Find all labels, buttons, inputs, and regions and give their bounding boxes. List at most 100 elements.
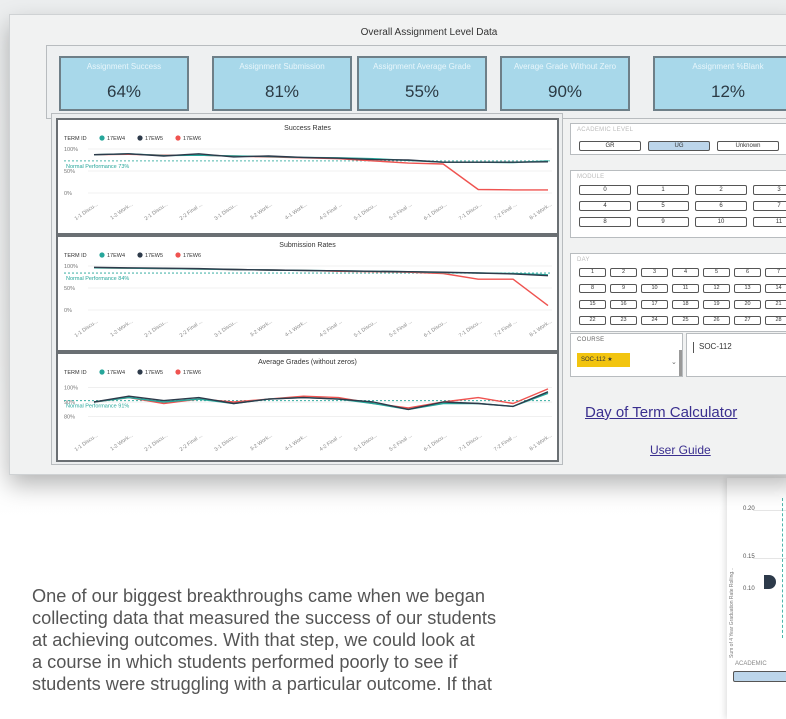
x-tick-label: 3-2 Work... [249,202,274,222]
academic-level-ug-button[interactable]: UG [648,141,710,151]
module-9-button[interactable]: 9 [637,217,689,227]
day-7-button[interactable]: 7 [765,268,786,277]
day-17-button[interactable]: 17 [641,300,668,309]
course-card: SOC-112 [686,333,786,377]
day-13-button[interactable]: 13 [734,284,761,293]
academic-level-unknown-button[interactable]: Unknown [717,141,779,151]
course-scrollbar[interactable] [679,350,682,376]
kpi-value: 90% [547,82,583,101]
legend-label: 17EW6 [183,136,201,142]
x-tick-label: 7-1 Discu... [458,202,483,222]
day-23-button[interactable]: 23 [610,316,637,325]
x-tick-label: 6-1 Discu... [423,202,448,222]
article-line: collecting data that measured the succes… [32,608,497,628]
peek-tick: 0.20 [743,506,755,512]
legend-marker [99,135,105,141]
x-tick-label: 7-1 Discu... [458,319,483,339]
success-rates-chart[interactable]: Success Rates TERM ID 17EW4 17EW5 17EW6 100% 5… [56,118,559,235]
x-tick-label: 2-2 Final ... [179,202,204,222]
day-24-button[interactable]: 24 [641,316,668,325]
charts-container: Success Rates TERM ID 17EW4 17EW5 17EW6 100% 5… [51,113,563,465]
reference-label: Normal Performance 73% [66,164,129,170]
submission-rates-svg: Submission Rates TERM ID 17EW4 17EW5 17EW6 10… [64,242,554,339]
x-tick-label: 4-1 Work... [284,433,309,453]
day-1-button[interactable]: 1 [579,268,606,277]
y-tick-label: 100% [64,385,78,391]
day-6-button[interactable]: 6 [734,268,761,277]
day-5-button[interactable]: 5 [703,268,730,277]
day-28-button[interactable]: 28 [765,316,786,325]
module-5-button[interactable]: 5 [637,201,689,211]
module-0-button[interactable]: 0 [579,185,631,195]
submission-rates-chart[interactable]: Submission Rates TERM ID 17EW4 17EW5 17EW6 10… [56,235,559,352]
legend-label: 17EW6 [183,370,201,376]
day-2-button[interactable]: 2 [610,268,637,277]
x-tick-label: 2-1 Discu... [144,202,169,222]
legend-marker [175,135,181,141]
legend-label: 17EW4 [107,370,125,376]
x-tick-label: 1-1 Discu... [74,202,99,222]
x-tick-label: 4-1 Work... [284,319,309,339]
day-14-button[interactable]: 14 [765,284,786,293]
day-4-button[interactable]: 4 [672,268,699,277]
article-line: One of our biggest breakthroughs came wh… [32,586,485,606]
kpi-card[interactable]: Assignment Submission 81% [212,56,352,111]
kpi-card[interactable]: Assignment %Blank 12% [653,56,786,111]
user-guide-link[interactable]: User Guide [650,443,711,457]
day-10-button[interactable]: 10 [641,284,668,293]
module-6-button[interactable]: 6 [695,201,747,211]
day-20-button[interactable]: 20 [734,300,761,309]
course-card-text: SOC-112 [699,342,732,351]
x-tick-label: 3-1 Discu... [213,433,238,453]
x-tick-label: 4-2 Final ... [318,319,343,339]
peek-slicer-button[interactable] [733,671,786,682]
day-3-button[interactable]: 3 [641,268,668,277]
chevron-down-icon[interactable]: ⌄ [671,358,677,366]
day-11-button[interactable]: 11 [672,284,699,293]
day-of-term-calculator-link[interactable]: Day of Term Calculator [585,404,737,421]
legend-title: TERM ID [64,370,87,376]
day-8-button[interactable]: 8 [579,284,606,293]
slicer-label: ACADEMIC LEVEL [577,127,634,133]
day-25-button[interactable]: 25 [672,316,699,325]
x-tick-label: 2-1 Discu... [144,319,169,339]
academic-level-gr-button[interactable]: GR [579,141,641,151]
module-11-button[interactable]: 11 [753,217,786,227]
module-10-button[interactable]: 10 [695,217,747,227]
x-tick-label: 2-2 Final ... [179,319,204,339]
module-7-button[interactable]: 7 [753,201,786,211]
average-grades-svg: Average Grades (without zeros) TERM ID 17E… [64,359,553,453]
legend-marker [137,135,143,141]
average-grades-chart[interactable]: Average Grades (without zeros) TERM ID 17E… [56,352,559,462]
day-21-button[interactable]: 21 [765,300,786,309]
kpi-label: Assignment Submission [239,62,325,71]
course-selected-chip[interactable]: SOC-112 ★ [577,353,630,367]
day-12-button[interactable]: 12 [703,284,730,293]
slicer-label: MODULE [577,174,605,180]
x-tick-label: 8-1 Work... [529,319,554,339]
day-16-button[interactable]: 16 [610,300,637,309]
x-tick-label: 5-1 Discu... [353,319,378,339]
kpi-card[interactable]: Assignment Success 64% [59,56,189,111]
day-22-button[interactable]: 22 [579,316,606,325]
module-1-button[interactable]: 1 [637,185,689,195]
module-4-button[interactable]: 4 [579,201,631,211]
day-18-button[interactable]: 18 [672,300,699,309]
legend-label: 17EW5 [145,136,163,142]
kpi-card[interactable]: Assignment Average Grade 55% [357,56,487,111]
y-tick-label: 80% [64,415,75,421]
kpi-card[interactable]: Average Grade Without Zero 90% [500,56,630,111]
day-27-button[interactable]: 27 [734,316,761,325]
legend-label: 17EW6 [183,253,201,259]
day-19-button[interactable]: 19 [703,300,730,309]
module-8-button[interactable]: 8 [579,217,631,227]
course-slicer: COURSE SOC-112 ★ ⌄ [570,333,683,377]
x-tick-label: 3-1 Discu... [213,202,238,222]
day-15-button[interactable]: 15 [579,300,606,309]
module-3-button[interactable]: 3 [753,185,786,195]
x-tick-label: 8-1 Work... [529,202,554,222]
day-26-button[interactable]: 26 [703,316,730,325]
day-9-button[interactable]: 9 [610,284,637,293]
module-2-button[interactable]: 2 [695,185,747,195]
day-slicer: DAY 1 2 3 4 5 6 7 8 9 10 11 12 13 14 15 16 17 18 19 20 21 22 2… [570,253,786,332]
